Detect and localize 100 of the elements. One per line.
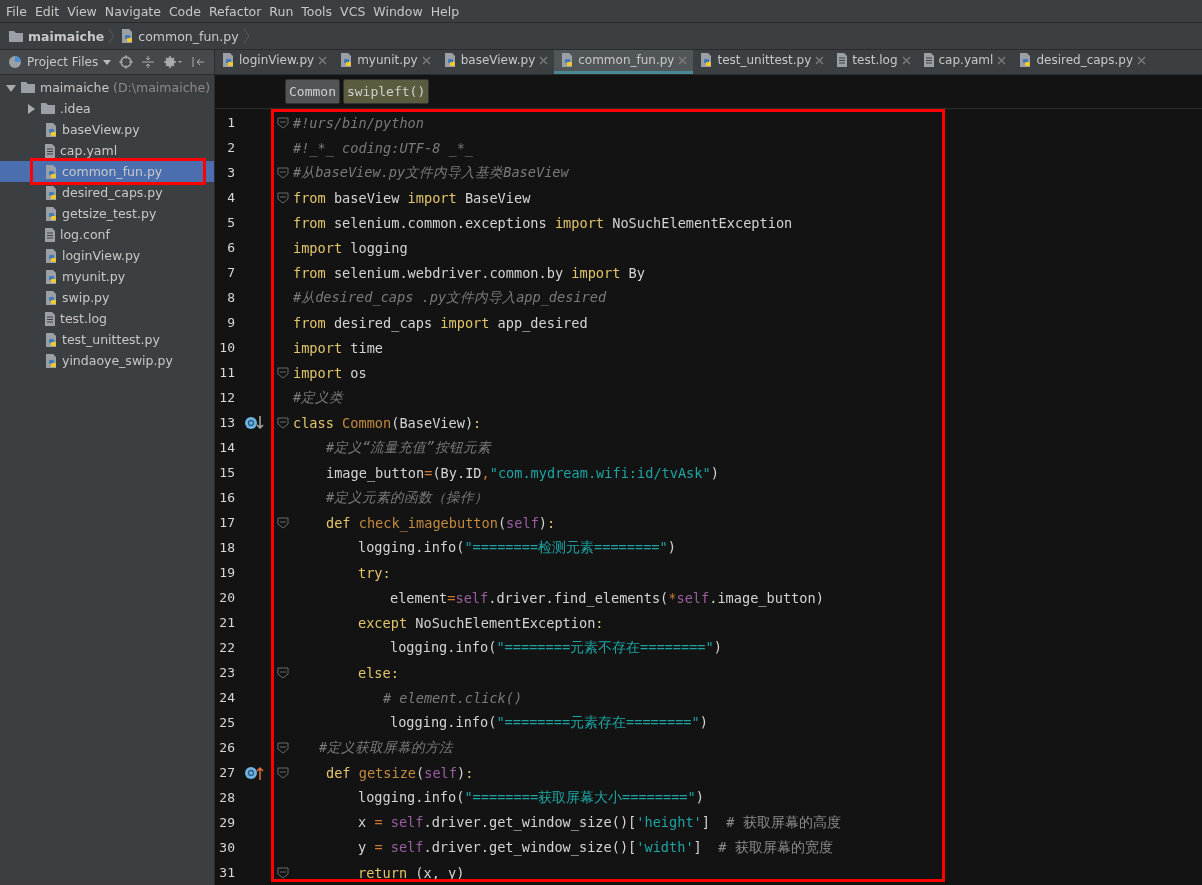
line-number: 11 (218, 365, 235, 380)
code-line: def getsize(self): (326, 764, 474, 781)
overriding-method-icon[interactable] (244, 764, 264, 781)
file-name: getsize_test.py (62, 206, 157, 221)
menu-item[interactable]: Edit (30, 3, 64, 19)
menu-item[interactable]: View (63, 3, 101, 19)
close-icon[interactable] (678, 55, 688, 65)
tree-row[interactable]: cap.yaml (0, 140, 214, 161)
close-icon[interactable] (997, 55, 1007, 65)
file-name: .idea (60, 101, 91, 116)
project-icon (8, 55, 22, 69)
menu-item[interactable]: Navigate (100, 3, 165, 19)
close-icon[interactable] (815, 55, 825, 65)
file-name: baseView.py (62, 122, 140, 137)
code-line: from desired_caps import app_desired (293, 314, 588, 331)
tree-row[interactable]: getsize_test.py (0, 203, 214, 224)
line-number: 2 (226, 140, 235, 155)
editor-tab[interactable]: desired_caps.py (1012, 50, 1152, 74)
code-line: x = self.driver.get_window_size()['height'] # 获取屏幕的高度 (358, 813, 841, 832)
line-number: 10 (218, 340, 235, 355)
menu-item[interactable]: Code (164, 3, 205, 19)
close-icon[interactable] (901, 55, 911, 65)
editor-tab[interactable]: test.log (830, 50, 917, 74)
line-number: 31 (218, 865, 235, 880)
expand-arrow-icon[interactable] (26, 103, 36, 114)
menu-item[interactable]: Tools (297, 3, 337, 19)
code-line: #从baseView.py文件内导入基类BaseView (293, 163, 569, 182)
menu-item[interactable]: Window (369, 3, 427, 19)
python-file-icon (44, 289, 58, 306)
code-line: logging.info("========元素不存在========") (390, 638, 722, 657)
tree-item[interactable]: maimaiche (40, 80, 110, 95)
tree-row[interactable]: desired_caps.py (0, 182, 214, 203)
editor-tab[interactable]: loginView.py (215, 50, 334, 74)
python-file-icon (44, 121, 58, 138)
code-line: #从desired_caps .py文件内导入app_desired (293, 288, 607, 307)
editor-tab[interactable]: myunit.py (333, 50, 437, 74)
collapse-icon[interactable] (141, 55, 156, 69)
menu-item[interactable]: VCS (336, 3, 370, 19)
editor-tab[interactable]: common_fun.py (554, 50, 694, 74)
line-number: 1 (226, 115, 235, 130)
fold-marker-icon[interactable] (277, 116, 289, 129)
code-line: element=self.driver.find_elements(*self.image_button) (390, 589, 824, 606)
python-file-icon (44, 352, 58, 369)
fold-marker-icon[interactable] (277, 666, 289, 679)
code-line: import time (293, 339, 384, 356)
menu-item[interactable]: Run (265, 3, 298, 19)
tree-row[interactable]: swip.py (0, 287, 214, 308)
fold-marker-icon[interactable] (277, 416, 289, 429)
fold-marker-icon[interactable] (277, 366, 289, 379)
line-number: 29 (218, 815, 235, 830)
structure-crumb[interactable]: Common (285, 78, 340, 104)
line-number: 17 (218, 515, 235, 530)
file-name: swip.py (62, 290, 110, 305)
menu-item[interactable]: Refactor (204, 3, 266, 19)
file-name: log.conf (60, 227, 110, 242)
python-file-icon (44, 205, 58, 222)
expand-arrow-icon[interactable] (6, 82, 16, 93)
fold-marker-icon[interactable] (277, 766, 289, 779)
menu-item[interactable]: Help (426, 3, 464, 19)
text-file-icon (44, 226, 56, 243)
line-number: 20 (218, 590, 235, 605)
fold-marker-icon[interactable] (277, 166, 289, 179)
breadcrumb-item[interactable]: common_fun.py (138, 28, 239, 44)
close-icon[interactable] (1137, 55, 1146, 65)
code-line: from selenium.webdriver.common.by import By (293, 264, 645, 281)
editor-tab[interactable]: cap.yaml (916, 50, 1013, 74)
python-file-icon (120, 28, 135, 44)
structure-crumb[interactable]: swipleft() (342, 78, 430, 104)
code-line: #!urs/bin/python (293, 114, 424, 131)
folder-icon (20, 81, 36, 94)
close-icon[interactable] (539, 55, 549, 65)
tree-row[interactable]: log.conf (0, 224, 214, 245)
settings-icon[interactable] (163, 55, 184, 69)
editor-tab[interactable]: baseView.py (436, 50, 555, 74)
fold-marker-icon[interactable] (277, 516, 289, 529)
line-number: 4 (226, 190, 235, 205)
breadcrumb-item[interactable]: maimaiche (28, 28, 105, 44)
tree-row[interactable]: test_unittest.py (0, 329, 214, 350)
line-number: 28 (218, 790, 235, 805)
code-line: import os (293, 364, 367, 381)
code-line: try: (358, 564, 391, 581)
line-number: 18 (218, 540, 235, 555)
close-icon[interactable] (318, 55, 328, 65)
fold-marker-icon[interactable] (277, 741, 289, 754)
editor-tab[interactable]: test_unittest.py (693, 50, 831, 74)
tree-row[interactable]: loginView.py (0, 245, 214, 266)
code-line: image_button=(By.ID,"com.mydream.wifi:id/tvAsk") (326, 464, 719, 481)
menu-item[interactable]: File (2, 3, 31, 19)
target-icon[interactable] (119, 55, 134, 69)
tree-row[interactable]: .idea (0, 98, 214, 119)
tree-row[interactable]: baseView.py (0, 119, 214, 140)
line-number: 12 (218, 390, 235, 405)
close-icon[interactable] (421, 55, 431, 65)
tree-row[interactable]: test.log (0, 308, 214, 329)
hide-panel-icon[interactable] (191, 55, 206, 69)
fold-marker-icon[interactable] (277, 866, 289, 879)
implemented-icon[interactable] (244, 414, 264, 431)
tree-row[interactable]: myunit.py (0, 266, 214, 287)
fold-marker-icon[interactable] (277, 191, 289, 204)
tree-row[interactable]: yindaoye_swip.py (0, 350, 214, 371)
